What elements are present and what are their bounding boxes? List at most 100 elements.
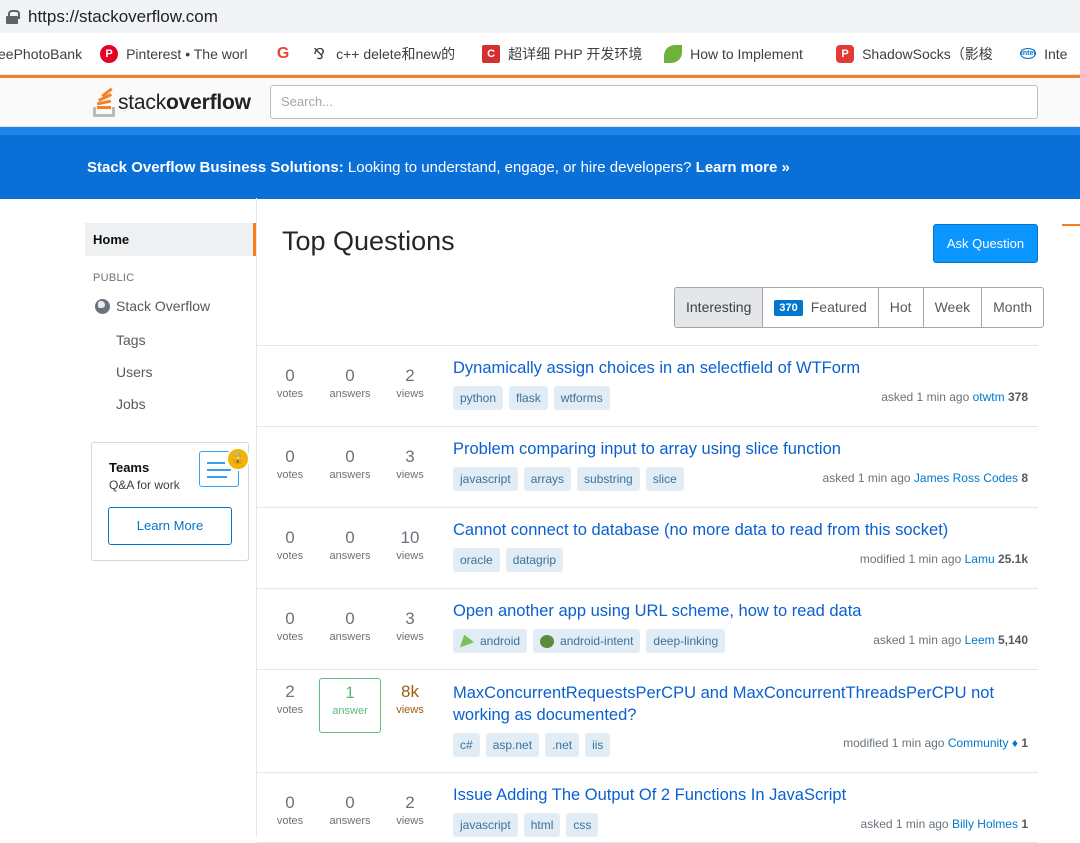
nav-stack-overflow[interactable]: Stack Overflow (85, 296, 256, 316)
question-title-link[interactable]: Open another app using URL scheme, how t… (453, 600, 1033, 622)
tag-css[interactable]: css (566, 813, 599, 837)
stackoverflow-logo[interactable]: stackoverflow (92, 83, 251, 123)
tag-asp-net[interactable]: asp.net (485, 733, 540, 757)
tag-substring[interactable]: substring (577, 467, 640, 491)
nav-home[interactable]: Home (85, 223, 256, 256)
tag-javascript[interactable]: javascript (453, 813, 518, 837)
vote-count-value: 0 (285, 609, 295, 628)
tab-month[interactable]: Month (982, 288, 1043, 327)
answer-count-label: answers (329, 388, 371, 400)
question-title-link[interactable]: MaxConcurrentRequestsPerCPU and MaxConcu… (453, 682, 1023, 726)
android-intent-tag-icon (540, 634, 555, 648)
answer-count-value: 0 (345, 366, 355, 385)
bookmark-label: c++ delete和new的 (336, 45, 456, 62)
question-meta: asked 1 min ago Leem 5,140 (873, 633, 1028, 647)
nav-tags[interactable]: Tags (85, 324, 256, 356)
tag-arrays[interactable]: arrays (523, 467, 572, 491)
bookmark-label: eePhotoBank (0, 45, 83, 62)
view-count: 3 views (379, 609, 441, 643)
tag-flask[interactable]: flask (509, 386, 548, 410)
user-link[interactable]: Lamu (965, 552, 995, 566)
tag-list: android android-intent deep-linking (453, 629, 731, 653)
search-input[interactable]: Search... (270, 85, 1038, 119)
bookmark-cpp[interactable]: ⅋ c++ delete和new的 (310, 44, 464, 64)
answer-count-value: 0 (345, 793, 355, 812)
tag-android[interactable]: android (453, 629, 528, 653)
bookmark-shadowsocks[interactable]: P ShadowSocks（影梭 (836, 44, 1002, 64)
learn-more-button[interactable]: Learn More (108, 507, 232, 545)
answer-count-label: answers (329, 631, 371, 643)
banner-text: Looking to understand, engage, or hire d… (343, 158, 696, 176)
view-count-label: views (396, 631, 424, 643)
cpp-icon: ⅋ (313, 45, 325, 63)
tag-c[interactable]: c# (453, 733, 480, 757)
tag-javascript[interactable]: javascript (453, 467, 518, 491)
lock-icon (6, 9, 20, 24)
user-reputation: 8 (1021, 471, 1028, 485)
nav-users[interactable]: Users (85, 356, 256, 388)
teams-title: Teams (109, 460, 150, 475)
ask-question-button[interactable]: Ask Question (933, 224, 1038, 263)
tag-label: android (480, 634, 521, 648)
view-count: 3 views (379, 447, 441, 481)
activity-text: asked 1 min ago (860, 817, 949, 831)
question-title-link[interactable]: Cannot connect to database (no more data… (453, 519, 1033, 541)
user-link[interactable]: Community ♦ (948, 736, 1018, 750)
view-count: 8k views (379, 682, 441, 716)
tab-interesting[interactable]: Interesting (675, 288, 764, 327)
bookmark-photobank[interactable]: eePhotoBank (0, 46, 82, 62)
tag-label: css (573, 818, 592, 832)
banner-heading: Stack Overflow Business Solutions: (87, 158, 344, 176)
banner-learn-more-link[interactable]: Learn more » (696, 159, 790, 176)
tab-hot[interactable]: Hot (879, 288, 924, 327)
tab-week[interactable]: Week (924, 288, 983, 327)
activity-text: asked 1 min ago (822, 471, 911, 485)
question-meta: asked 1 min ago Billy Holmes 1 (861, 817, 1028, 831)
bookmark-pinterest[interactable]: P Pinterest • The worl (100, 44, 256, 63)
nav-jobs[interactable]: Jobs (85, 388, 256, 420)
tab-featured[interactable]: 370 Featured (763, 288, 879, 327)
question-title-link[interactable]: Problem comparing input to array using s… (453, 438, 1033, 460)
tag-label: c# (460, 738, 473, 752)
question-row: 0 votes 0 answers 3 views Open another app usi… (257, 589, 1038, 670)
user-link[interactable]: Leem (965, 633, 995, 647)
bookmark-google[interactable]: G (274, 45, 300, 63)
tag-wtforms[interactable]: wtforms (553, 386, 610, 410)
vote-count-value: 0 (285, 366, 295, 385)
tag-datagrip[interactable]: datagrip (505, 548, 564, 572)
left-sidebar: Home PUBLIC Stack Overflow Tags Users Jo… (85, 223, 256, 420)
question-title-link[interactable]: Dynamically assign choices in an selectf… (453, 357, 1033, 379)
tag-list: javascript arrays substring slice (453, 467, 690, 491)
google-icon: G (276, 44, 290, 62)
bookmark-label: ShadowSocks（影梭 (862, 45, 993, 62)
tag-slice[interactable]: slice (645, 467, 684, 491)
bookmark-implement[interactable]: How to Implement (664, 44, 818, 63)
tag-deep-linking[interactable]: deep-linking (646, 629, 726, 653)
url-text[interactable]: https://stackoverflow.com (28, 7, 218, 27)
tag-python[interactable]: python (453, 386, 504, 410)
tag-net[interactable]: .net (545, 733, 580, 757)
tag-oracle[interactable]: oracle (453, 548, 500, 572)
bookmark-php[interactable]: C 超详细 PHP 开发环境 (482, 44, 646, 64)
view-count-value: 3 (405, 447, 415, 466)
answer-count-label: answers (329, 550, 371, 562)
tag-android-intent[interactable]: android-intent (533, 629, 641, 653)
question-meta: asked 1 min ago otwtm 378 (881, 390, 1028, 404)
activity-text: asked 1 min ago (881, 390, 970, 404)
address-bar[interactable]: https://stackoverflow.com (0, 0, 1080, 33)
user-link[interactable]: James Ross Codes (914, 471, 1018, 485)
tag-html[interactable]: html (523, 813, 561, 837)
user-link[interactable]: otwtm (973, 390, 1005, 404)
vote-count: 0 votes (259, 609, 321, 643)
tag-iis[interactable]: iis (585, 733, 611, 757)
tag-label: slice (652, 472, 677, 486)
vote-count-label: votes (276, 550, 304, 562)
teams-promo: Teams Q&A for work 🔒 Learn More (91, 442, 250, 561)
bookmark-label: Inte (1044, 45, 1068, 62)
bookmark-intel[interactable]: intel Inte (1020, 46, 1067, 62)
right-edge-accent (1062, 224, 1080, 226)
vote-count: 0 votes (259, 366, 321, 400)
question-title-link[interactable]: Issue Adding The Output Of 2 Functions I… (453, 784, 1033, 806)
view-count-label: views (396, 815, 424, 827)
user-link[interactable]: Billy Holmes (952, 817, 1018, 831)
